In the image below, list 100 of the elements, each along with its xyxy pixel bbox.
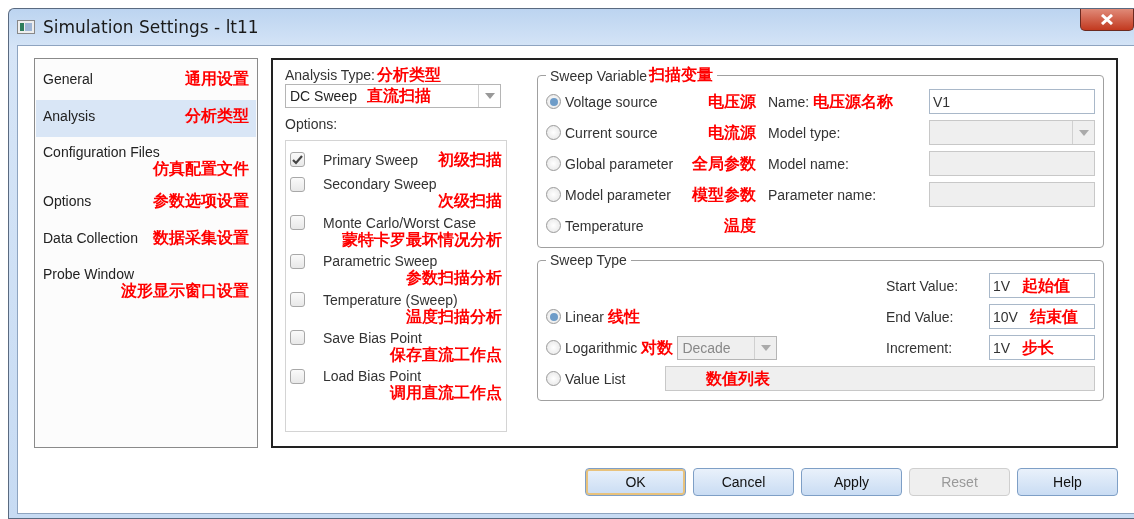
analysis-type-dropdown[interactable]: DC Sweep 直流扫描 (285, 84, 501, 109)
annotation-note: 调用直流工作点 (390, 384, 502, 403)
annotation-note: 数值列表 (706, 369, 770, 389)
dialog-button[interactable]: Apply (801, 468, 902, 496)
checkbox[interactable] (290, 368, 305, 384)
close-button[interactable] (1080, 9, 1134, 31)
annotation-note: 扫描变量 (649, 66, 714, 85)
field-value: 1V (993, 339, 1011, 356)
dialog-button[interactable]: OK (585, 468, 686, 496)
dropdown-value: DC Sweep (290, 88, 357, 105)
annotation-note: 温度 (724, 216, 756, 236)
field-value: 1V (993, 277, 1011, 294)
category-item[interactable]: Options 参数选项设置 (36, 185, 256, 223)
group-title: Sweep Type (550, 252, 627, 269)
value-field[interactable]: 1V 步长 (989, 335, 1095, 361)
field-label: Model type: (768, 124, 841, 141)
radio-label: Linear (565, 308, 604, 325)
category-item[interactable]: Analysis 分析类型 (36, 100, 256, 137)
annotation-note: 初级扫描 (438, 150, 502, 170)
category-label: Data Collection (43, 230, 138, 247)
annotation-note: 电压源名称 (813, 92, 894, 112)
options-label: Options: (285, 116, 338, 133)
annotation-note: 全局参数 (692, 154, 756, 174)
field-value: V1 (933, 93, 951, 110)
radio-button[interactable] (546, 187, 561, 203)
radio-button[interactable] (546, 156, 561, 172)
annotation-note: 电流源 (708, 123, 756, 143)
category-label: Analysis (43, 108, 96, 124)
annotation-note: 起始值 (1022, 276, 1071, 296)
annotation-note: 温度扫描分析 (406, 307, 502, 326)
annotation-note: 电压源 (708, 92, 756, 112)
dialog-button[interactable]: Cancel (693, 468, 794, 496)
option-label: Secondary Sweep (323, 176, 437, 193)
annotation-note: 次级扫描 (438, 192, 502, 211)
category-item[interactable]: Data Collection 数据采集设置 (36, 222, 256, 260)
annotation-note: 对数 (641, 338, 674, 358)
annotation-note: 参数选项设置 (153, 192, 249, 211)
group-title: Sweep Variable (550, 68, 648, 85)
window-title: Simulation Settings - lt11 (43, 17, 259, 37)
option-label: Save Bias Point (323, 329, 422, 346)
category-label: Probe Window (43, 266, 135, 283)
dialog-button[interactable]: Help (1017, 468, 1118, 496)
category-item[interactable]: Configuration Files 仿真配置文件 (36, 137, 256, 186)
radio-button[interactable] (546, 340, 561, 356)
annotation-note: 蒙特卡罗最坏情况分析 (342, 230, 502, 250)
app-icon (17, 20, 35, 34)
radio-button[interactable] (546, 309, 561, 325)
checkbox[interactable] (290, 152, 305, 168)
checkbox[interactable] (290, 330, 305, 346)
radio-button[interactable] (546, 371, 561, 387)
annotation-note: 参数扫描分析 (406, 269, 502, 288)
option-label: Primary Sweep (323, 151, 418, 168)
category-label: Configuration Files (43, 144, 160, 160)
option-label: Temperature (Sweep) (323, 291, 458, 308)
annotation-note: 步长 (1022, 338, 1055, 358)
annotation-note: 分析类型 (377, 66, 441, 85)
checkbox[interactable] (290, 215, 305, 231)
radio-label: Temperature (565, 217, 644, 234)
annotation-note: 仿真配置文件 (153, 160, 249, 179)
category-label: Options (43, 193, 92, 210)
checkbox[interactable] (290, 176, 305, 192)
radio-label: Value List (565, 370, 627, 387)
analysis-type-label: Analysis Type: (285, 67, 375, 84)
field-label: Start Value: (886, 277, 959, 294)
annotation-note: 结束值 (1029, 307, 1078, 327)
field-label: Increment: (886, 339, 953, 356)
field-label: Parameter name: (768, 186, 877, 203)
annotation-note: 模型参数 (692, 185, 756, 205)
radio-label: Model parameter (565, 186, 671, 203)
field-label: Name: (768, 93, 810, 110)
radio-label: Logarithmic (565, 339, 638, 356)
option-label: Parametric Sweep (323, 253, 438, 270)
category-label: General (43, 71, 93, 87)
radio-button[interactable] (546, 125, 561, 141)
value-field[interactable]: 10V 结束值 (989, 304, 1095, 330)
value-field[interactable]: 1V 起始值 (989, 273, 1095, 299)
field-label: Model name: (768, 155, 849, 172)
checkbox[interactable] (290, 253, 305, 269)
option-label: Load Bias Point (323, 368, 422, 385)
radio-label: Current source (565, 124, 658, 141)
category-item[interactable]: Probe Window 波形显示窗口设置 (36, 259, 256, 308)
field-label: End Value: (886, 308, 954, 325)
annotation-note: 波形显示窗口设置 (121, 282, 249, 301)
annotation-note: 通用设置 (185, 70, 249, 89)
radio-button[interactable] (546, 218, 561, 234)
option-label: Monte Carlo/Worst Case (323, 214, 476, 231)
radio-label: Global parameter (565, 155, 674, 172)
dropdown-value: Decade (682, 339, 731, 356)
annotation-note: 数据采集设置 (153, 229, 249, 248)
annotation-note: 分析类型 (185, 107, 249, 126)
annotation-note: 保存直流工作点 (390, 345, 502, 365)
radio-button[interactable] (546, 94, 561, 110)
text-field[interactable]: V1 (929, 89, 1095, 115)
category-item[interactable]: General 通用设置 (36, 63, 256, 100)
annotation-note: 线性 (607, 307, 640, 327)
field-value: 10V (993, 308, 1018, 325)
radio-label: Voltage source (565, 93, 658, 110)
checkbox[interactable] (290, 292, 305, 308)
close-icon (1100, 14, 1114, 25)
annotation-note: 直流扫描 (366, 87, 431, 106)
